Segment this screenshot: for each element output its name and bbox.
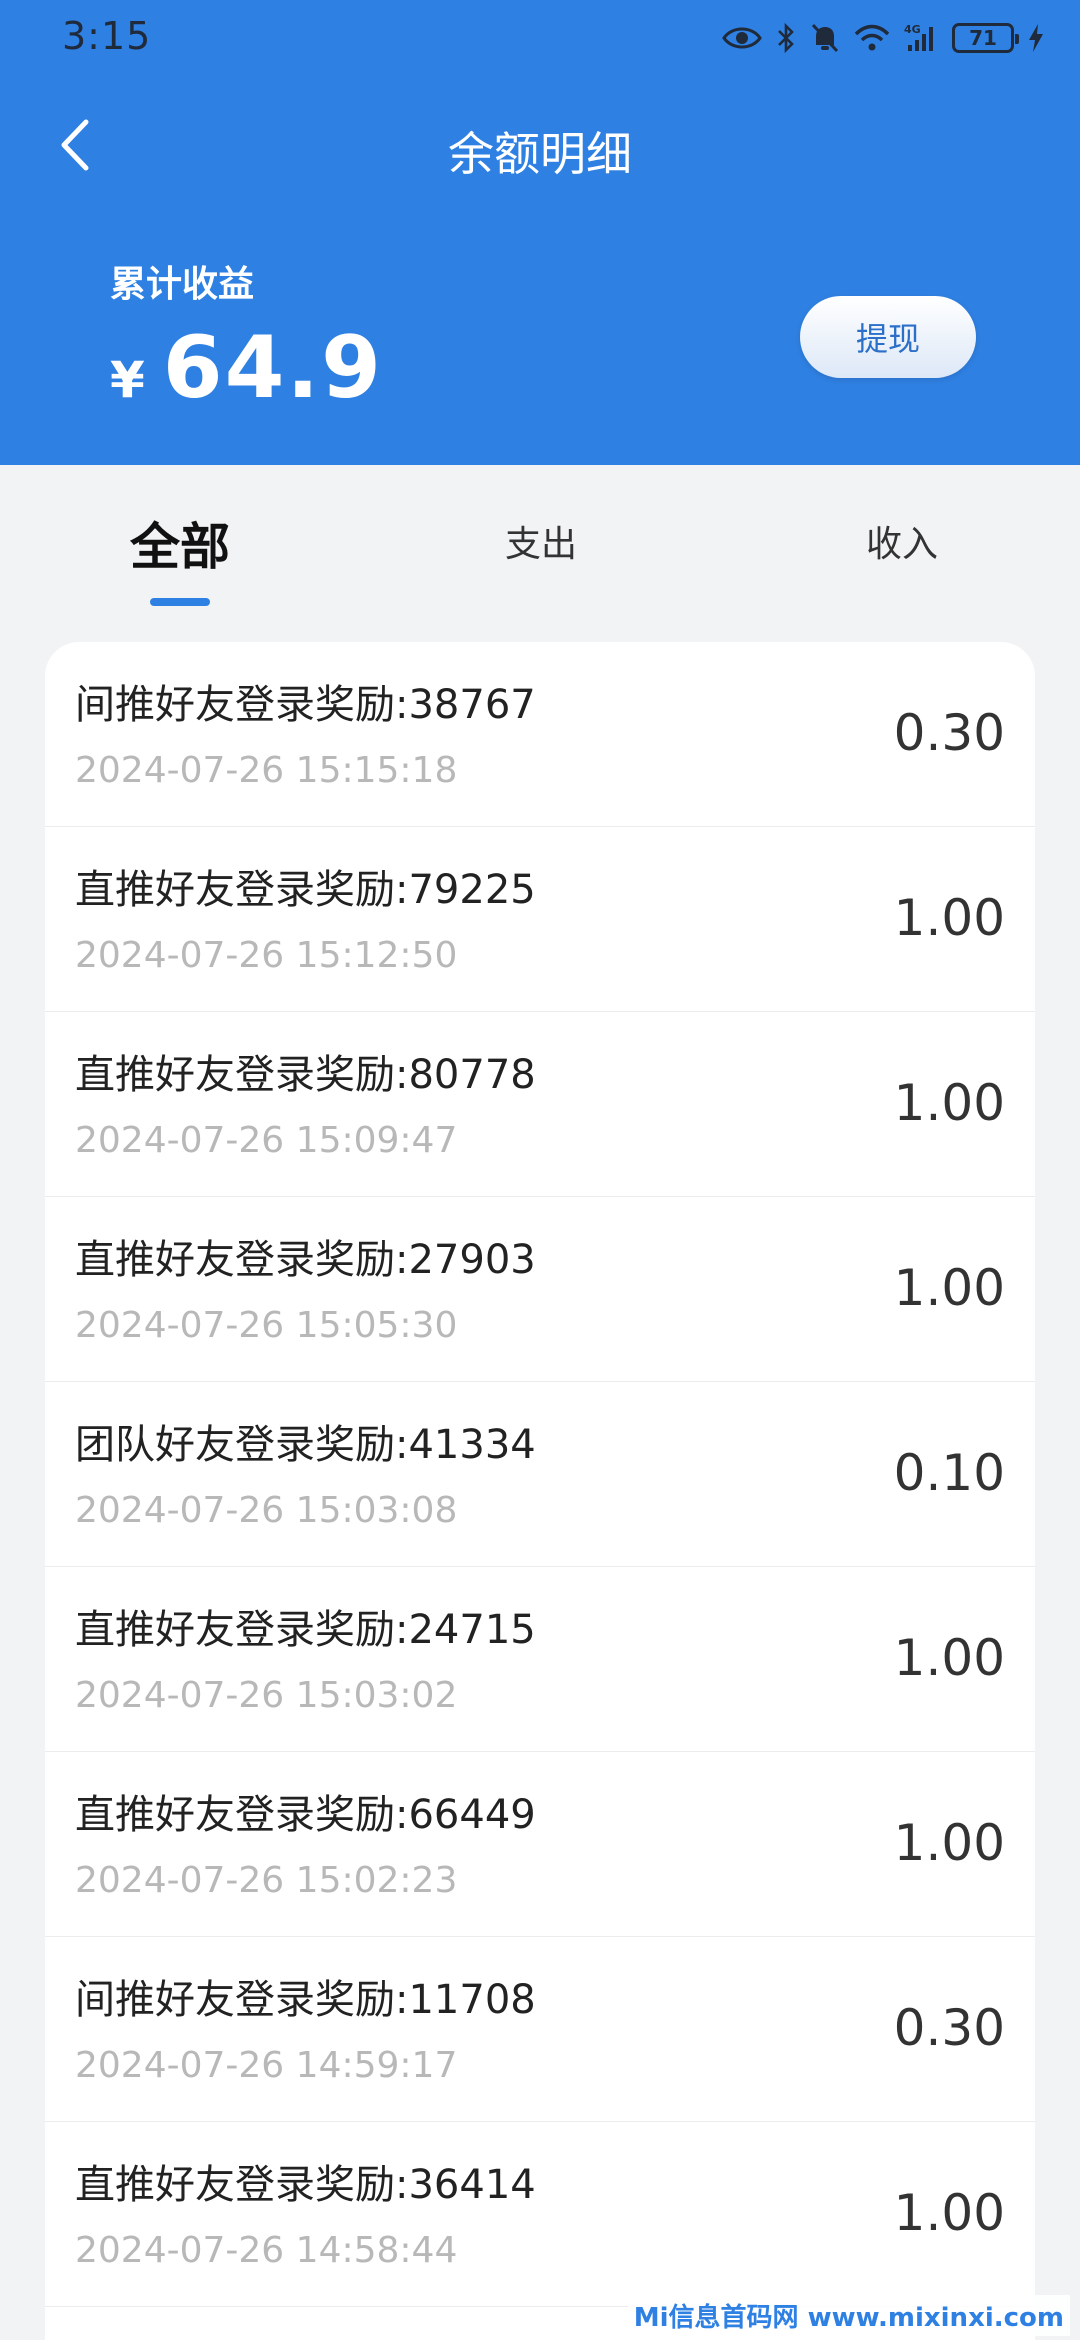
transaction-row[interactable]: 直推好友登录奖励:79225 2024-07-26 15:12:50 1.00 <box>45 827 1035 1012</box>
transaction-title: 直推好友登录奖励:66449 <box>75 1792 536 1838</box>
nav-bar: 余额明细 <box>0 90 1080 200</box>
transaction-amount: 1.00 <box>893 1074 1005 1132</box>
network-type-label: 4G <box>904 23 921 36</box>
transaction-amount: 0.10 <box>893 1444 1005 1502</box>
eye-icon <box>722 25 762 51</box>
transaction-row[interactable]: 直推好友登录奖励:66449 2024-07-26 15:02:23 1.00 <box>45 1752 1035 1937</box>
transaction-row[interactable]: 间推好友登录奖励:11708 2024-07-26 14:59:17 0.30 <box>45 1937 1035 2122</box>
header: 3:15 4G 71 余额明细 累计收益 ¥ 64.9 提现 <box>0 0 1080 465</box>
status-icons: 4G 71 <box>722 18 1044 58</box>
transaction-list[interactable]: 间推好友登录奖励:38767 2024-07-26 15:15:18 0.30 … <box>45 642 1035 2340</box>
transaction-time: 2024-07-26 15:03:02 <box>75 1675 458 1716</box>
transaction-title: 间推好友登录奖励:38767 <box>75 682 536 728</box>
tab-income[interactable]: 收入 <box>866 515 938 567</box>
bell-off-icon <box>810 22 840 54</box>
transaction-time: 2024-07-26 15:12:50 <box>75 935 458 976</box>
transaction-row[interactable]: 直推好友登录奖励:24715 2024-07-26 15:03:02 1.00 <box>45 1567 1035 1752</box>
transaction-title: 直推好友登录奖励:36414 <box>75 2162 536 2208</box>
total-earnings-amount: ¥ 64.9 <box>110 318 383 418</box>
page-title: 余额明细 <box>448 127 632 181</box>
transaction-title: 直推好友登录奖励:80778 <box>75 1052 536 1098</box>
transaction-row[interactable]: 直推好友登录奖励:80778 2024-07-26 15:09:47 1.00 <box>45 1012 1035 1197</box>
filter-tabs: 全部 支出 收入 <box>0 465 1080 620</box>
transaction-row[interactable]: 间推好友登录奖励:38767 2024-07-26 15:15:18 0.30 <box>45 642 1035 827</box>
transaction-title: 直推好友登录奖励:79225 <box>75 867 536 913</box>
total-earnings-value: 64.9 <box>162 318 383 418</box>
transaction-time: 2024-07-26 15:05:30 <box>75 1305 458 1346</box>
transaction-time: 2024-07-26 15:02:23 <box>75 1860 458 1901</box>
transaction-row[interactable]: 直推好友登录奖励:27903 2024-07-26 15:05:30 1.00 <box>45 1197 1035 1382</box>
withdraw-button[interactable]: 提现 <box>800 296 976 378</box>
transaction-title: 团队好友登录奖励:41334 <box>75 1422 536 1468</box>
balance-detail-page: 3:15 4G 71 余额明细 累计收益 ¥ 64.9 提现 全部 支出 收入 … <box>0 0 1080 2340</box>
charging-icon <box>1028 24 1044 52</box>
bluetooth-icon <box>776 22 796 54</box>
tab-all[interactable]: 全部 <box>130 507 230 579</box>
transaction-row[interactable]: 团队好友登录奖励:41334 2024-07-26 15:03:08 0.10 <box>45 1382 1035 1567</box>
transaction-row[interactable]: 直推好友登录奖励:36414 2024-07-26 14:58:44 1.00 <box>45 2122 1035 2307</box>
signal-icon: 4G <box>904 23 938 53</box>
watermark: Mi信息首码网 www.mixinxi.com <box>627 2295 1070 2336</box>
active-tab-indicator <box>150 598 210 606</box>
transaction-amount: 1.00 <box>893 1629 1005 1687</box>
transaction-time: 2024-07-26 15:09:47 <box>75 1120 458 1161</box>
transaction-amount: 0.30 <box>893 704 1005 762</box>
wifi-icon <box>854 24 890 52</box>
transaction-time: 2024-07-26 14:59:17 <box>75 2045 458 2086</box>
transaction-title: 直推好友登录奖励:24715 <box>75 1607 536 1653</box>
transaction-amount: 1.00 <box>893 1814 1005 1872</box>
transaction-title: 直推好友登录奖励:27903 <box>75 1237 536 1283</box>
transaction-amount: 0.30 <box>893 1999 1005 2057</box>
transaction-time: 2024-07-26 14:58:44 <box>75 2230 458 2271</box>
tab-expense[interactable]: 支出 <box>505 515 577 567</box>
transaction-amount: 1.00 <box>893 1259 1005 1317</box>
transaction-amount: 1.00 <box>893 2184 1005 2242</box>
status-bar: 3:15 4G 71 <box>0 0 1080 80</box>
currency-symbol: ¥ <box>110 351 145 409</box>
transaction-time: 2024-07-26 15:03:08 <box>75 1490 458 1531</box>
transaction-title: 间推好友登录奖励:11708 <box>75 1977 536 2023</box>
transaction-time: 2024-07-26 15:15:18 <box>75 750 458 791</box>
transaction-amount: 1.00 <box>893 889 1005 947</box>
battery-icon: 71 <box>952 23 1019 53</box>
total-earnings-label: 累计收益 <box>110 264 255 305</box>
status-time: 3:15 <box>62 14 152 58</box>
